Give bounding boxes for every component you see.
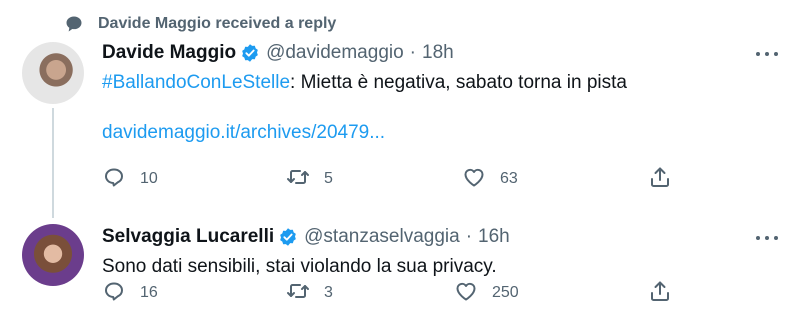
retweet-icon [286,165,310,194]
social-context[interactable]: Davide Maggio received a reply [64,12,336,36]
retweet-icon [286,279,310,308]
author-name[interactable]: Davide Maggio [102,42,236,64]
share-icon [648,165,672,194]
timestamp[interactable]: 16h [478,226,510,248]
tweet-text-content: : Mietta è negativa, sabato torna in pis… [290,72,627,93]
url-link[interactable]: davidemaggio.it/archives/20479... [102,120,800,146]
retweet-count: 5 [324,170,333,187]
thread-line [52,108,54,218]
share-button[interactable] [648,280,672,306]
like-count: 63 [500,170,518,187]
share-icon [648,279,672,308]
avatar[interactable] [22,224,84,286]
retweet-button[interactable]: 5 [286,166,333,192]
timestamp[interactable]: 18h [422,42,454,64]
like-button[interactable]: 250 [454,280,519,306]
tweet[interactable]: Selvaggia Lucarelli @stanzaselvaggia · 1… [102,224,800,301]
tweet-actions: 16 3 250 [102,280,692,306]
verified-badge-icon [278,227,298,247]
reply-icon [102,279,126,308]
author-handle[interactable]: @stanzaselvaggia [304,226,460,248]
retweet-button[interactable]: 3 [286,280,333,306]
like-icon [462,165,486,194]
author-handle[interactable]: @davidemaggio [266,42,404,64]
tweet-header: Selvaggia Lucarelli @stanzaselvaggia · 1… [102,224,800,250]
speech-bubble-icon [64,14,84,34]
like-icon [454,279,478,308]
separator-dot: · [409,42,416,63]
reply-button[interactable]: 10 [102,166,158,192]
tweet-header: Davide Maggio @davidemaggio · 18h [102,40,800,66]
avatar[interactable] [22,42,84,104]
author-name[interactable]: Selvaggia Lucarelli [102,226,274,248]
like-count: 250 [492,284,519,301]
reply-button[interactable]: 16 [102,280,158,306]
reply-icon [102,165,126,194]
reply-count: 10 [140,170,158,187]
more-icon[interactable] [756,230,778,246]
hashtag-link[interactable]: #BallandoConLeStelle [102,72,290,93]
separator-dot: · [465,226,473,247]
retweet-count: 3 [324,284,333,301]
like-button[interactable]: 63 [462,166,518,192]
verified-badge-icon [240,43,260,63]
reply-count: 16 [140,284,158,301]
more-icon[interactable] [756,46,778,62]
tweet[interactable]: Davide Maggio @davidemaggio · 18h #Balla… [102,40,800,187]
tweet-text: #BallandoConLeStelle: Mietta è negativa,… [102,70,800,146]
tweet-actions: 10 5 63 [102,166,692,192]
social-context-text: Davide Maggio received a reply [98,15,337,32]
share-button[interactable] [648,166,672,192]
tweet-text: Sono dati sensibili, stai violando la su… [102,256,497,277]
